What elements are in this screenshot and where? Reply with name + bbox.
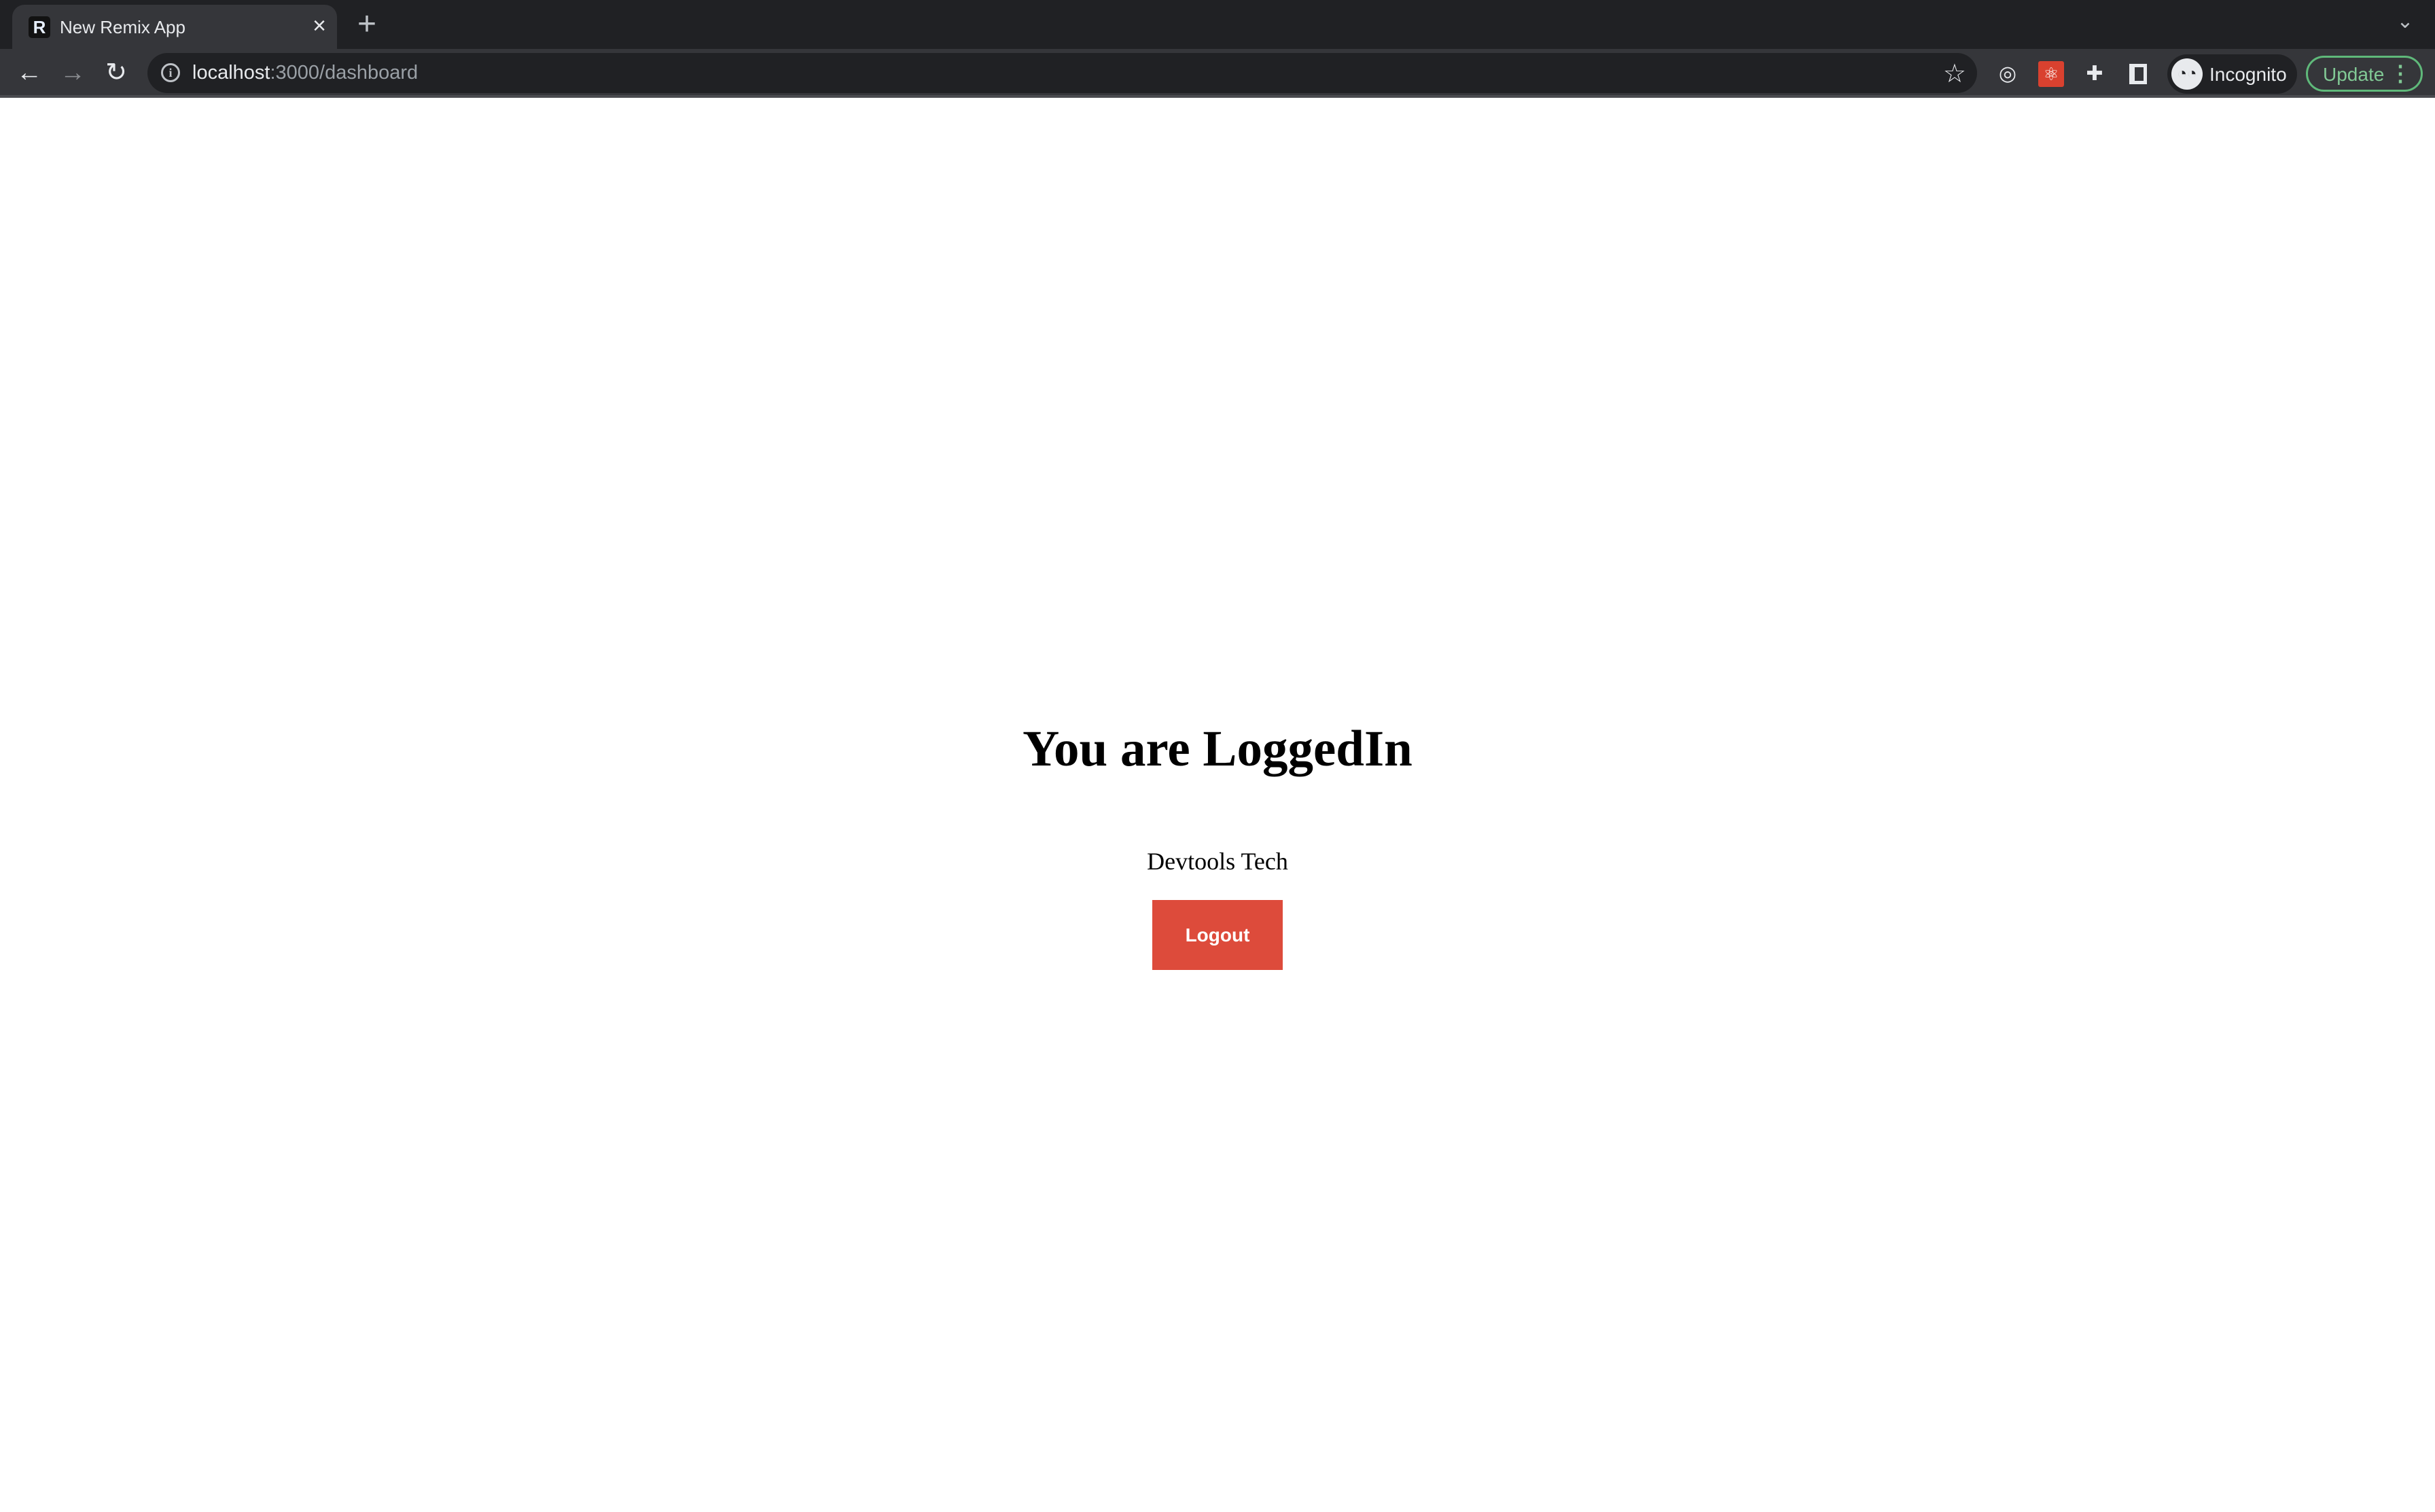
logout-button[interactable]: Logout xyxy=(1152,900,1283,970)
address-bar[interactable]: i localhost:3000/dashboard ☆ xyxy=(147,53,1977,93)
info-icon[interactable]: i xyxy=(161,63,180,82)
page-title: You are LoggedIn xyxy=(1023,721,1412,777)
star-icon[interactable]: ☆ xyxy=(1943,58,1966,89)
update-label: Update xyxy=(2323,64,2385,85)
incognito-icon: ◔◔ xyxy=(2171,58,2203,90)
forward-icon[interactable]: → xyxy=(56,56,90,90)
side-panel-icon[interactable] xyxy=(2129,64,2147,84)
update-button[interactable]: Update ⋮ xyxy=(2306,56,2423,92)
close-tab-icon[interactable]: × xyxy=(306,13,333,39)
reload-icon[interactable]: ↻ xyxy=(99,56,133,90)
page-content: You are LoggedIn Devtools Tech Logout xyxy=(0,101,2435,1512)
browser-toolbar: ← → ↻ i localhost:3000/dashboard ☆ ◎ ⚛ ✚… xyxy=(0,49,2435,98)
more-vert-icon[interactable]: ⋮ xyxy=(2389,60,2411,86)
back-icon[interactable]: ← xyxy=(12,56,46,90)
tab-title: New Remix App xyxy=(60,17,185,37)
url-text[interactable]: localhost:3000/dashboard xyxy=(192,62,418,84)
tab-active[interactable]: R New Remix App × xyxy=(12,5,337,49)
incognito-profile-button[interactable]: ◔◔ Incognito xyxy=(2167,54,2297,94)
url-host: localhost xyxy=(192,62,270,84)
tab-search-chevron-icon[interactable]: ⌄ xyxy=(2392,10,2419,33)
tab-strip: R New Remix App × + ⌄ xyxy=(0,0,2435,49)
incognito-label: Incognito xyxy=(2209,64,2287,85)
user-name: Devtools Tech xyxy=(1147,848,1288,875)
url-path: :3000/dashboard xyxy=(270,62,419,84)
remix-favicon-icon: R xyxy=(29,16,50,38)
target-extension-icon[interactable]: ◎ xyxy=(1995,61,2021,87)
react-devtools-icon[interactable]: ⚛ xyxy=(2038,61,2064,87)
puzzle-extensions-icon[interactable]: ✚ xyxy=(2082,61,2108,87)
new-tab-button[interactable]: + xyxy=(353,4,380,45)
